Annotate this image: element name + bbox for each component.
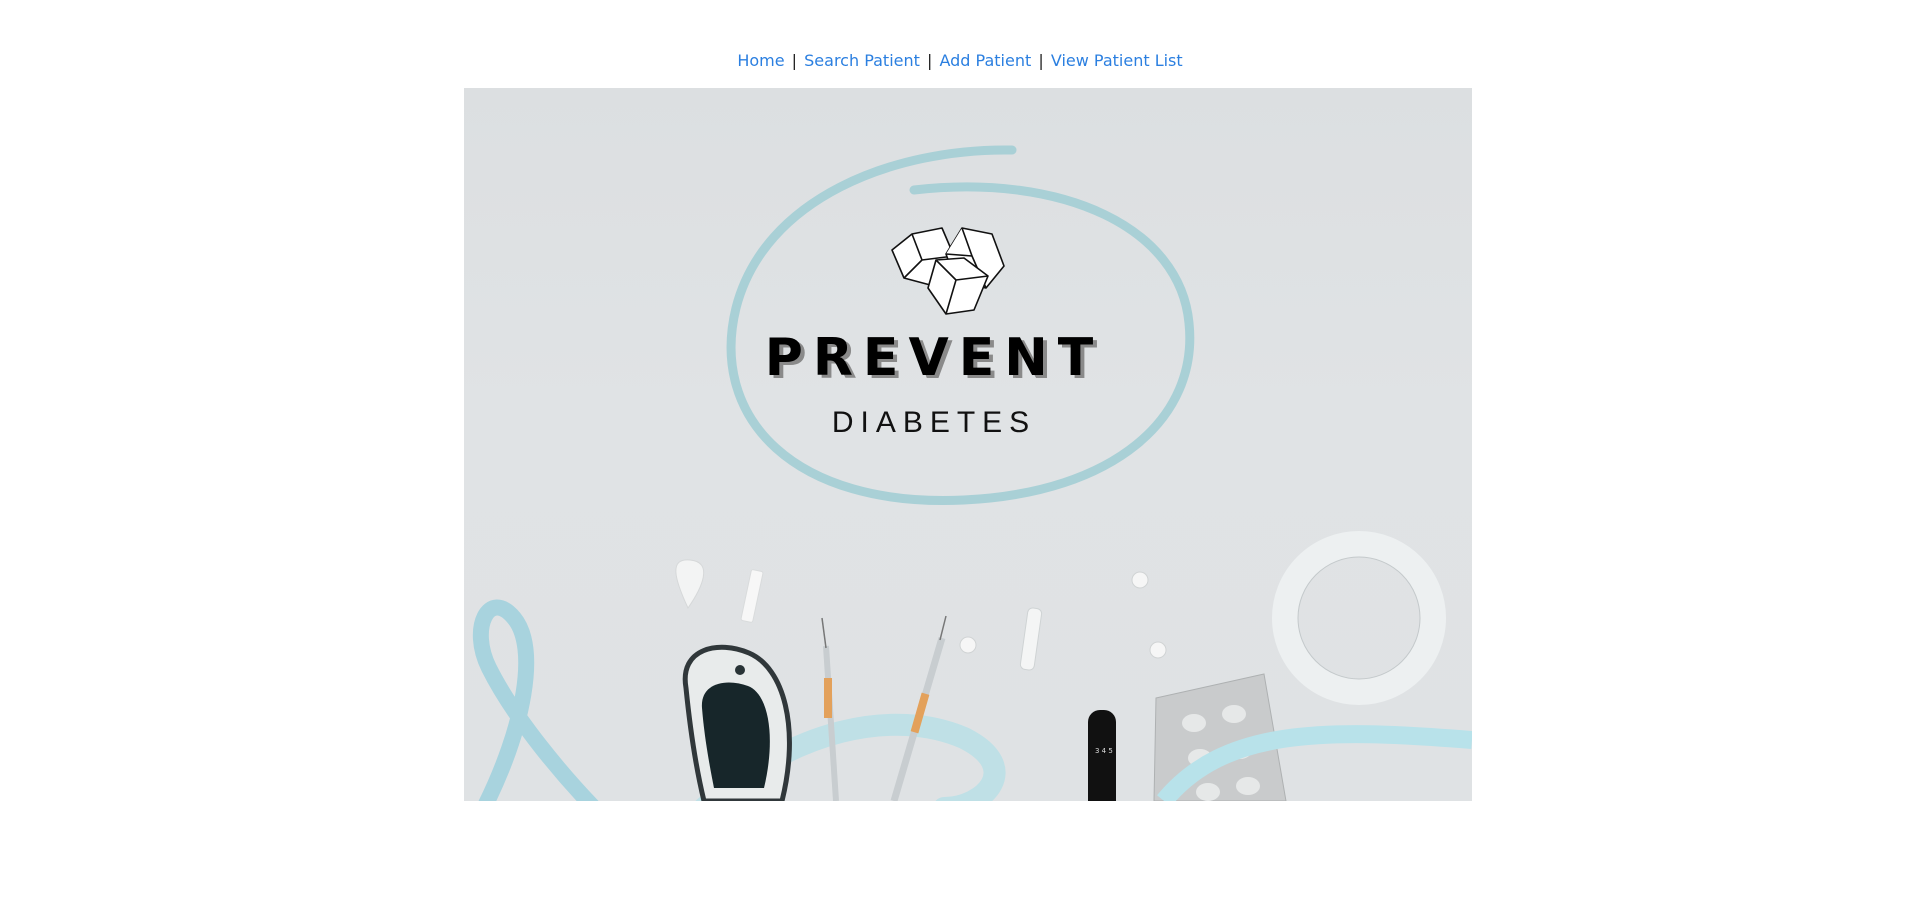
svg-text:3 4 5: 3 4 5: [1095, 747, 1113, 755]
hero-title-diabetes: DIABETES: [831, 406, 1037, 439]
pill: [1131, 571, 1149, 589]
syringe-icon: [821, 615, 947, 801]
hero-title-prevent: PREVENT: [764, 328, 1104, 388]
nav-home-link[interactable]: Home: [737, 51, 784, 70]
nav-separator: |: [791, 51, 798, 70]
nav-add-patient-link[interactable]: Add Patient: [939, 51, 1031, 70]
paper-ring: [1272, 531, 1446, 705]
hero-illustration: 3 4 5: [472, 145, 1472, 801]
nav-separator: |: [927, 51, 933, 70]
hero-banner-image: 3 4 5 PREVENT DIABETES: [464, 88, 1472, 801]
paper-drop-shape: [675, 559, 705, 609]
pill: [959, 636, 977, 654]
nav-separator: |: [1038, 51, 1044, 70]
test-strip: [740, 569, 764, 623]
sugar-cubes-icon: [891, 227, 1005, 315]
swirl-ring: [726, 145, 1195, 505]
paper-ring-shadow: [1297, 556, 1421, 680]
glucometer-icon: [682, 644, 792, 801]
awareness-ribbon-icon: [472, 599, 599, 801]
lancet-icon: 3 4 5: [1088, 710, 1116, 801]
vial: [1019, 607, 1043, 671]
nav-search-patient-link[interactable]: Search Patient: [804, 51, 920, 70]
pill: [1149, 641, 1167, 659]
top-navigation: Home | Search Patient | Add Patient | Vi…: [0, 49, 1920, 73]
nav-view-patient-list-link[interactable]: View Patient List: [1051, 51, 1183, 70]
